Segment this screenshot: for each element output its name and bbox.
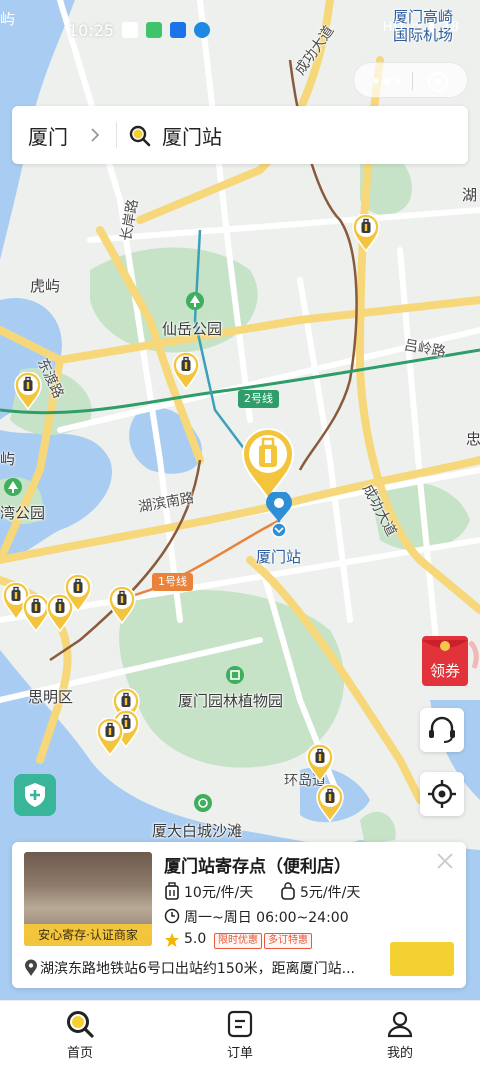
headset-icon xyxy=(429,716,455,743)
alipay-icon xyxy=(170,22,186,38)
miniprogram-capsule xyxy=(353,62,468,98)
luggage-marker[interactable] xyxy=(172,352,200,390)
siming-district-label: 思明区 xyxy=(28,688,74,706)
tab-profile[interactable]: 我的 xyxy=(360,1007,440,1063)
profile-icon xyxy=(387,1011,413,1038)
luggage-marker[interactable] xyxy=(64,574,92,612)
luggage-marker[interactable] xyxy=(306,744,334,782)
garden-icon xyxy=(226,666,244,684)
wechat-icon xyxy=(146,22,162,38)
certified-merchant-badge: 安心寄存·认证商家 xyxy=(24,924,152,946)
search-input[interactable]: 厦门站 xyxy=(162,121,222,150)
store-card[interactable]: 安心寄存·认证商家 厦门站寄存点（便利店） 10元/件/天 5元/件/天 周一~… xyxy=(12,842,466,988)
beach-icon xyxy=(194,794,212,812)
botanical-garden-label: 厦门园林植物园 xyxy=(178,692,284,710)
tab-home[interactable]: 首页 xyxy=(40,1007,120,1063)
coupon-button[interactable]: 领券 xyxy=(420,632,480,688)
location-pin-icon xyxy=(25,959,37,976)
store-photo: 安心寄存·认证商家 xyxy=(24,852,152,946)
hu-label: 湖 xyxy=(462,186,478,204)
star-icon xyxy=(165,933,179,947)
status-bar: 10:25 HD ⁵ᴳ ▮ 38 xyxy=(0,0,480,60)
wan-park-label: 湾公园 xyxy=(0,504,46,522)
business-hours: 周一~周日 06:00~24:00 xyxy=(184,910,349,926)
metro-line-1-badge: 1号线 xyxy=(152,573,193,591)
xianyue-park-label: 仙岳公园 xyxy=(162,320,223,338)
luggage-large-icon xyxy=(165,882,179,900)
clock-icon xyxy=(164,908,180,924)
zhong-label: 忠 xyxy=(466,430,480,448)
luggage-marker[interactable] xyxy=(96,718,124,756)
tab-home-label: 首页 xyxy=(66,1046,93,1061)
chevron-right-icon xyxy=(91,128,100,142)
station-location-pin xyxy=(266,492,292,538)
luggage-marker[interactable] xyxy=(352,214,380,252)
shield-plus-icon xyxy=(25,783,45,807)
search-icon xyxy=(129,125,151,147)
luggage-marker[interactable] xyxy=(316,784,344,822)
tab-profile-label: 我的 xyxy=(386,1046,413,1061)
selected-luggage-marker[interactable] xyxy=(240,428,296,500)
metro-line-2-badge: 2号线 xyxy=(238,390,279,408)
city-selector[interactable]: 厦门 xyxy=(28,121,68,150)
order-icon xyxy=(227,1010,253,1038)
status-indicators: HD ⁵ᴳ ▮ 38 xyxy=(382,20,460,35)
locate-me-button[interactable] xyxy=(420,772,464,816)
store-address: 湖滨东路地铁站6号口出站约150米，距离厦门站... xyxy=(40,961,355,977)
status-time: 10:25 xyxy=(68,21,115,40)
insurance-button[interactable] xyxy=(14,774,56,816)
store-title: 厦门站寄存点（便利店） xyxy=(164,857,351,877)
small-item-price: 5元/件/天 xyxy=(300,885,361,901)
more-menu-icon[interactable] xyxy=(368,71,406,91)
close-miniprogram-icon[interactable] xyxy=(426,70,450,94)
park-icon xyxy=(186,292,204,310)
tab-orders[interactable]: 订单 xyxy=(200,1007,280,1063)
large-item-price: 10元/件/天 xyxy=(184,885,254,901)
coupon-label: 领券 xyxy=(430,662,460,680)
search-icon xyxy=(67,1011,94,1038)
locate-icon xyxy=(428,780,456,808)
luggage-marker[interactable] xyxy=(14,372,42,410)
close-icon[interactable] xyxy=(434,850,456,872)
store-rating: 5.0 xyxy=(184,931,207,947)
tab-orders-label: 订单 xyxy=(226,1046,253,1061)
station-label: 厦门站 xyxy=(256,548,302,566)
xiamen-university-beach-label: 厦大白城沙滩 xyxy=(152,822,243,840)
xi-left-label: 屿 xyxy=(0,450,16,468)
bag-icon xyxy=(281,882,295,900)
notification-icon xyxy=(122,22,138,38)
park-icon xyxy=(4,478,22,496)
bottom-tab-bar: 首页 订单 我的 xyxy=(0,1000,480,1066)
search-bar[interactable]: 厦门 厦门站 xyxy=(12,106,468,164)
luggage-marker[interactable] xyxy=(108,586,136,624)
app-icon xyxy=(194,22,210,38)
book-button[interactable] xyxy=(390,942,454,976)
huyu-label: 虎屿 xyxy=(30,277,61,295)
customer-service-button[interactable] xyxy=(420,708,464,752)
multi-order-tag: 多订特惠 xyxy=(264,933,312,949)
limited-offer-tag: 限时优惠 xyxy=(214,933,262,949)
